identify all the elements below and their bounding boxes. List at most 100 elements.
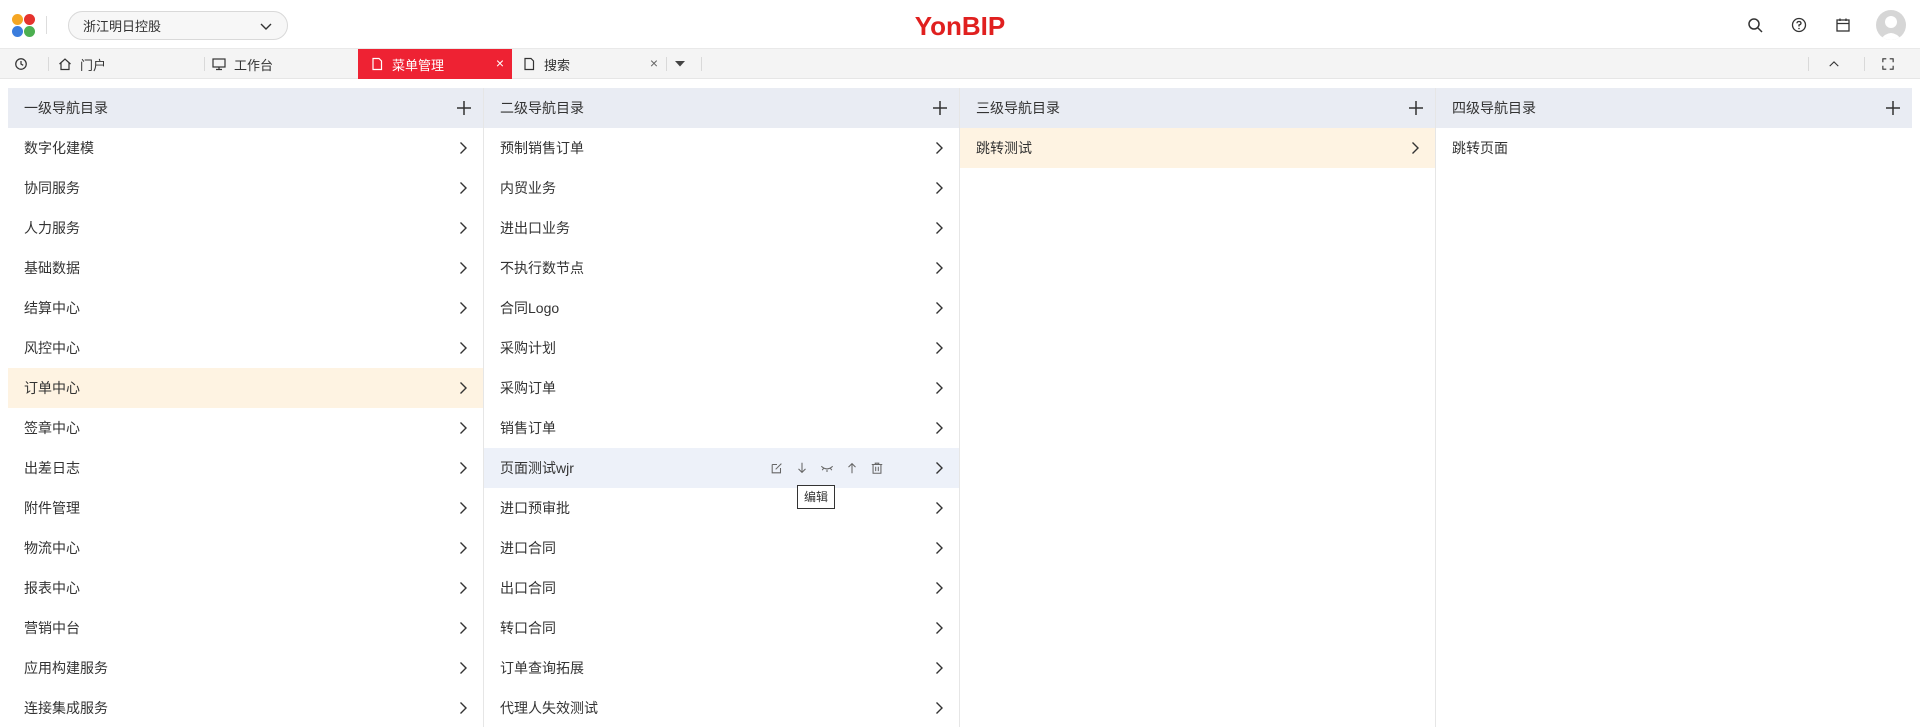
menu-item[interactable]: 不执行数节点 xyxy=(484,248,959,288)
menu-item[interactable]: 风控中心 xyxy=(8,328,483,368)
chevron-right-icon[interactable] xyxy=(931,460,947,476)
help-icon[interactable] xyxy=(1788,14,1810,36)
tab-label: 搜索 xyxy=(544,57,571,73)
close-icon[interactable]: × xyxy=(650,56,658,70)
chevron-right-icon[interactable] xyxy=(455,180,471,196)
chevron-right-icon[interactable] xyxy=(931,380,947,396)
chevron-right-icon[interactable] xyxy=(455,140,471,156)
arrow-up-icon[interactable] xyxy=(844,460,860,476)
delete-icon[interactable] xyxy=(869,460,885,476)
chevron-right-icon[interactable] xyxy=(455,340,471,356)
close-icon[interactable]: × xyxy=(496,56,504,70)
menu-item[interactable]: 销售订单 xyxy=(484,408,959,448)
menu-item[interactable]: 人力服务 xyxy=(8,208,483,248)
tab-menu-management[interactable]: 菜单管理 × xyxy=(358,49,512,79)
search-icon[interactable] xyxy=(1744,14,1766,36)
tab-overflow-dropdown[interactable] xyxy=(674,49,694,79)
menu-item[interactable]: 签章中心 xyxy=(8,408,483,448)
hide-icon[interactable] xyxy=(819,460,835,476)
menu-item[interactable]: 进口合同 xyxy=(484,528,959,568)
column-header: 三级导航目录 xyxy=(960,88,1435,128)
chevron-right-icon[interactable] xyxy=(455,380,471,396)
chevron-right-icon[interactable] xyxy=(455,300,471,316)
monitor-icon xyxy=(212,58,226,71)
chevron-right-icon[interactable] xyxy=(455,220,471,236)
chevron-right-icon[interactable] xyxy=(931,140,947,156)
chevron-right-icon[interactable] xyxy=(931,260,947,276)
menu-item[interactable]: 订单查询拓展 xyxy=(484,648,959,688)
add-icon[interactable] xyxy=(1884,99,1902,117)
chevron-right-icon[interactable] xyxy=(455,260,471,276)
menu-item[interactable]: 应用构建服务 xyxy=(8,648,483,688)
add-icon[interactable] xyxy=(455,99,473,117)
chevron-right-icon[interactable] xyxy=(931,420,947,436)
menu-item[interactable]: 基础数据 xyxy=(8,248,483,288)
calendar-icon[interactable] xyxy=(1832,14,1854,36)
add-icon[interactable] xyxy=(931,99,949,117)
menu-item[interactable]: 营销中台 xyxy=(8,608,483,648)
menu-item[interactable]: 跳转页面 xyxy=(1436,128,1912,168)
chevron-right-icon[interactable] xyxy=(455,700,471,716)
chevron-right-icon[interactable] xyxy=(931,500,947,516)
chevron-right-icon[interactable] xyxy=(455,420,471,436)
menu-item-label: 出差日志 xyxy=(24,460,80,476)
tab-divider xyxy=(666,57,667,71)
edit-icon[interactable] xyxy=(769,460,785,476)
menu-item-label: 订单查询拓展 xyxy=(500,660,584,676)
chevron-right-icon[interactable] xyxy=(931,700,947,716)
chevron-right-icon[interactable] xyxy=(931,300,947,316)
menu-item[interactable]: 报表中心 xyxy=(8,568,483,608)
chevron-right-icon[interactable] xyxy=(931,580,947,596)
column-level-1: 一级导航目录 数字化建模 协同服务 人力服务 基础数据 结算中心 风控中心 订单中心 签章中心… xyxy=(8,88,484,727)
menu-item[interactable]: 采购订单 xyxy=(484,368,959,408)
chevron-right-icon[interactable] xyxy=(455,580,471,596)
chevron-right-icon[interactable] xyxy=(455,460,471,476)
menu-item[interactable]: 内贸业务 xyxy=(484,168,959,208)
menu-item-label: 应用构建服务 xyxy=(24,660,108,676)
history-icon[interactable] xyxy=(14,49,36,79)
menu-item[interactable]: 代理人失效测试 xyxy=(484,688,959,728)
chevron-right-icon[interactable] xyxy=(931,180,947,196)
menu-item[interactable]: 进出口业务 xyxy=(484,208,959,248)
chevron-up-icon[interactable] xyxy=(1828,49,1848,79)
menu-item[interactable]: 合同Logo xyxy=(484,288,959,328)
menu-item[interactable]: 预制销售订单 xyxy=(484,128,959,168)
menu-item[interactable]: 采购计划 xyxy=(484,328,959,368)
menu-item[interactable]: 物流中心 xyxy=(8,528,483,568)
menu-item[interactable]: 跳转测试 xyxy=(960,128,1435,168)
chevron-right-icon[interactable] xyxy=(1407,140,1423,156)
chevron-right-icon[interactable] xyxy=(931,660,947,676)
tab-label: 工作台 xyxy=(234,57,274,73)
chevron-right-icon[interactable] xyxy=(931,620,947,636)
chevron-right-icon[interactable] xyxy=(455,620,471,636)
tab-workbench[interactable]: 工作台 xyxy=(212,49,357,79)
menu-item-label: 连接集成服务 xyxy=(24,700,108,716)
menu-item[interactable]: 数字化建模 xyxy=(8,128,483,168)
menu-item[interactable]: 协同服务 xyxy=(8,168,483,208)
menu-item-label: 结算中心 xyxy=(24,300,80,316)
menu-item[interactable]: 出差日志 xyxy=(8,448,483,488)
fullscreen-icon[interactable] xyxy=(1882,49,1902,79)
tab-bar: 门户 工作台 菜单管理 × 搜索 × xyxy=(0,49,1920,79)
add-icon[interactable] xyxy=(1407,99,1425,117)
menu-item[interactable]: 进口预审批 xyxy=(484,488,959,528)
menu-item[interactable]: 连接集成服务 xyxy=(8,688,483,728)
chevron-right-icon[interactable] xyxy=(931,220,947,236)
tab-portal[interactable]: 门户 xyxy=(58,49,203,79)
menu-item-label: 协同服务 xyxy=(24,180,80,196)
menu-item[interactable]: 附件管理 xyxy=(8,488,483,528)
menu-item[interactable]: 页面测试wjr xyxy=(484,448,959,488)
chevron-right-icon[interactable] xyxy=(455,540,471,556)
chevron-right-icon[interactable] xyxy=(931,340,947,356)
menu-item[interactable]: 结算中心 xyxy=(8,288,483,328)
arrow-down-icon[interactable] xyxy=(794,460,810,476)
user-avatar[interactable] xyxy=(1876,10,1906,40)
chevron-right-icon[interactable] xyxy=(455,660,471,676)
top-header: 浙江明日控股 YonBIP xyxy=(0,0,1920,49)
menu-item[interactable]: 转口合同 xyxy=(484,608,959,648)
chevron-right-icon[interactable] xyxy=(931,540,947,556)
chevron-right-icon[interactable] xyxy=(455,500,471,516)
menu-item[interactable]: 订单中心 xyxy=(8,368,483,408)
tab-search[interactable]: 搜索 × xyxy=(512,49,666,79)
menu-item[interactable]: 出口合同 xyxy=(484,568,959,608)
